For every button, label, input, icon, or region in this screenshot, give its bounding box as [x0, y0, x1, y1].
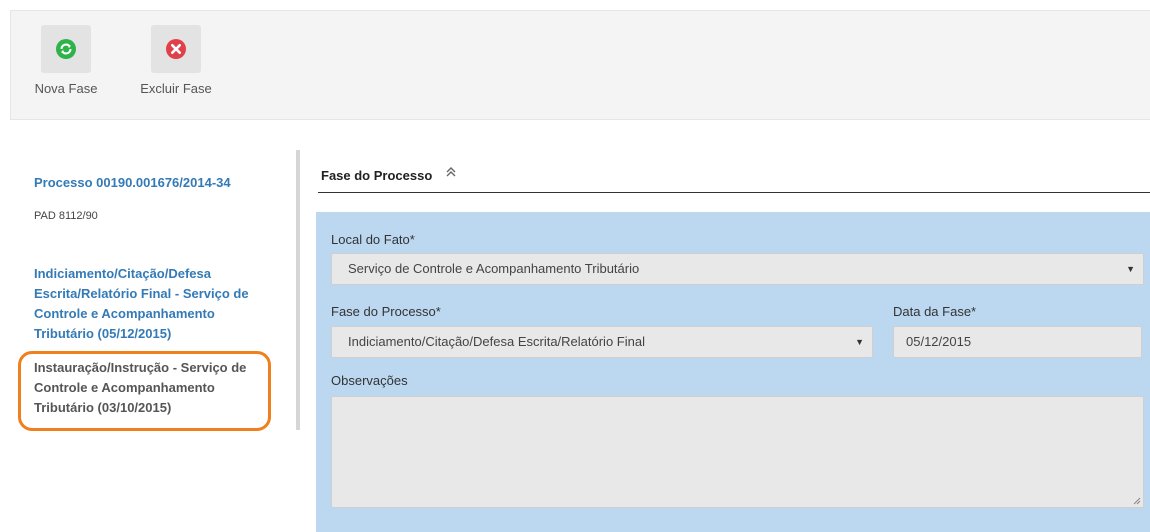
observacoes-label: Observações	[331, 373, 408, 388]
excluir-fase-label: Excluir Fase	[140, 81, 212, 96]
excluir-fase-icon-box	[151, 25, 201, 73]
nova-fase-icon-box	[41, 25, 91, 73]
process-subtitle: PAD 8112/90	[34, 210, 98, 222]
dropdown-caret-icon: ▼	[855, 337, 864, 347]
nova-fase-label: Nova Fase	[34, 81, 98, 96]
excluir-fase-button[interactable]: Excluir Fase	[136, 25, 216, 96]
resize-grip-icon[interactable]	[1133, 497, 1141, 505]
section-header: Fase do Processo	[318, 160, 1150, 193]
sidebar-phase-link-active[interactable]: Instauração/Instrução - Serviço de Contr…	[34, 358, 274, 418]
local-label: Local do Fato*	[331, 232, 415, 247]
fase-select[interactable]: Indiciamento/Citação/Defesa Escrita/Rela…	[331, 326, 873, 358]
fase-label: Fase do Processo*	[331, 304, 441, 319]
sidebar-phase-link[interactable]: Indiciamento/Citação/Defesa Escrita/Rela…	[34, 264, 274, 344]
close-circle-icon	[166, 39, 186, 59]
data-label: Data da Fase*	[893, 304, 977, 319]
nova-fase-button[interactable]: Nova Fase	[26, 25, 106, 96]
sidebar-divider	[296, 150, 300, 430]
data-fase-input[interactable]: 05/12/2015	[893, 326, 1142, 358]
chevron-double-up-icon[interactable]	[446, 166, 456, 181]
dropdown-caret-icon: ▼	[1126, 264, 1135, 274]
section-title: Fase do Processo	[321, 168, 433, 183]
refresh-icon	[56, 39, 76, 59]
local-select[interactable]: Serviço de Controle e Acompanhamento Tri…	[331, 253, 1144, 285]
local-select-value: Serviço de Controle e Acompanhamento Tri…	[348, 261, 640, 276]
toolbar: Nova Fase Excluir Fase	[10, 10, 1150, 120]
form-panel: Local do Fato* Serviço de Controle e Aco…	[316, 212, 1150, 532]
observacoes-textarea[interactable]	[331, 396, 1144, 508]
process-title-link[interactable]: Processo 00190.001676/2014-34	[34, 175, 231, 190]
fase-select-value: Indiciamento/Citação/Defesa Escrita/Rela…	[348, 334, 645, 349]
